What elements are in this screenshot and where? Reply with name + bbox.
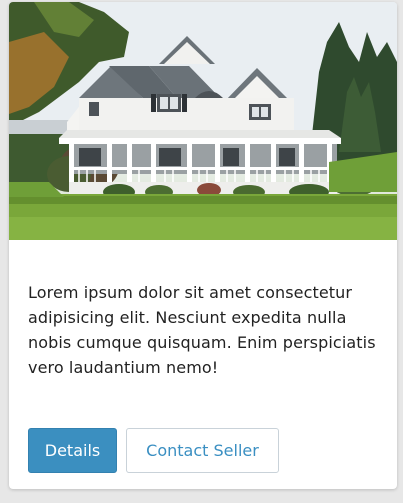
house-photo — [9, 2, 397, 240]
listing-description: Lorem ipsum dolor sit amet consectetur a… — [28, 283, 376, 377]
listing-card: Lorem ipsum dolor sit amet consectetur a… — [9, 2, 397, 489]
contact-seller-button[interactable]: Contact Seller — [126, 428, 279, 473]
card-actions: Details Contact Seller — [28, 428, 279, 473]
card-body: Lorem ipsum dolor sit amet consectetur a… — [9, 240, 397, 380]
details-button[interactable]: Details — [28, 428, 117, 473]
